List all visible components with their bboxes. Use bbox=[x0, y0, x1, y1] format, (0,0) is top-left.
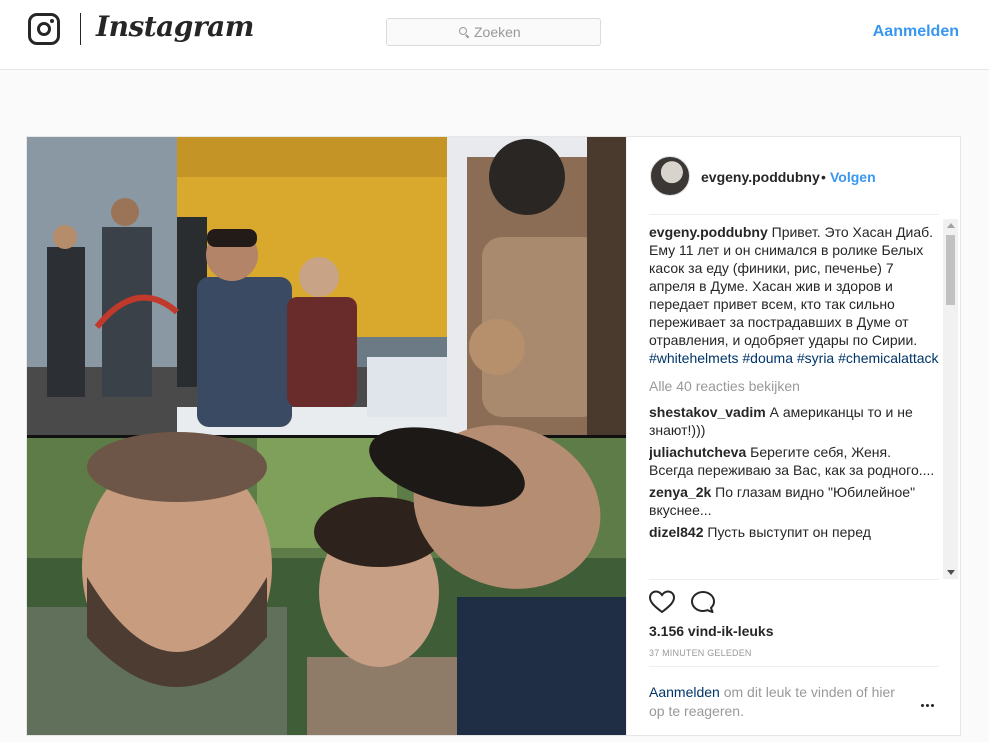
more-options-icon[interactable] bbox=[921, 704, 935, 708]
post-sidebar: evgeny.poddubny • Volgen evgeny.poddubny… bbox=[626, 137, 960, 735]
post-caption: evgeny.poddubny Привет. Это Хасан Диаб. … bbox=[649, 223, 939, 367]
caption-username-link[interactable]: evgeny.poddubny bbox=[649, 224, 768, 240]
instagram-glyph-icon[interactable] bbox=[28, 13, 60, 45]
comment-item: zenya_2k По глазам видно "Юбилейное" вку… bbox=[649, 483, 939, 519]
comment-item: dizel842 Пусть выступит он перед bbox=[649, 523, 939, 541]
view-all-comments-link[interactable]: Alle 40 reacties bekijken bbox=[649, 377, 939, 395]
instagram-wordmark[interactable]: Instagram bbox=[96, 10, 254, 43]
comment-username-link[interactable]: juliachutcheva bbox=[649, 444, 746, 460]
post-timestamp[interactable]: 37 MINUTEN GELEDEN bbox=[649, 648, 752, 658]
author-avatar[interactable] bbox=[650, 156, 690, 196]
comment-bubble-icon[interactable] bbox=[690, 590, 716, 614]
post-header: evgeny.poddubny • Volgen bbox=[649, 137, 939, 215]
comment-item: juliachutcheva Берегите себя, Женя. Всег… bbox=[649, 443, 939, 479]
post-card: evgeny.poddubny • Volgen evgeny.poddubny… bbox=[26, 136, 961, 736]
follow-button[interactable]: Volgen bbox=[830, 169, 876, 185]
comment-username-link[interactable]: shestakov_vadim bbox=[649, 404, 766, 420]
comment-username-link[interactable]: zenya_2k bbox=[649, 484, 711, 500]
hashtag-link[interactable]: #syria bbox=[797, 350, 834, 366]
login-link-header[interactable]: Aanmelden bbox=[873, 23, 959, 41]
scrollbar-thumb[interactable] bbox=[946, 235, 955, 305]
hashtag-link[interactable]: #chemicalattack bbox=[838, 350, 938, 366]
post-photo bbox=[27, 137, 626, 735]
comments-list[interactable]: evgeny.poddubny Привет. Это Хасан Диаб. … bbox=[649, 223, 939, 577]
follow-separator: • bbox=[821, 169, 826, 185]
post-actions bbox=[649, 579, 939, 619]
scroll-up-arrow-icon[interactable] bbox=[947, 223, 955, 228]
search-icon bbox=[459, 27, 467, 35]
scroll-down-arrow-icon[interactable] bbox=[947, 570, 955, 575]
search-input[interactable] bbox=[474, 23, 594, 41]
login-prompt: Aanmelden om dit leuk te vinden of hier … bbox=[649, 666, 939, 730]
login-prompt-text: Aanmelden om dit leuk te vinden of hier … bbox=[649, 683, 909, 721]
caption-text: Привет. Это Хасан Диаб. Ему 11 лет и он … bbox=[649, 224, 934, 348]
logo-divider bbox=[80, 13, 81, 45]
heart-outline-icon[interactable] bbox=[649, 590, 675, 614]
comments-scrollbar[interactable] bbox=[943, 219, 958, 579]
comment-item: shestakov_vadim А американцы то и не зна… bbox=[649, 403, 939, 439]
hashtag-link[interactable]: #douma bbox=[742, 350, 793, 366]
login-prompt-link[interactable]: Aanmelden bbox=[649, 684, 720, 700]
search-box[interactable] bbox=[386, 18, 601, 46]
hashtag-link[interactable]: #whitehelmets bbox=[649, 350, 739, 366]
comment-text: Пусть выступит он перед bbox=[707, 524, 871, 540]
author-username-link[interactable]: evgeny.poddubny bbox=[701, 169, 820, 185]
like-count[interactable]: 3.156 vind-ik-leuks bbox=[649, 623, 774, 639]
top-navigation-bar: Instagram Aanmelden bbox=[0, 0, 989, 70]
comment-username-link[interactable]: dizel842 bbox=[649, 524, 703, 540]
